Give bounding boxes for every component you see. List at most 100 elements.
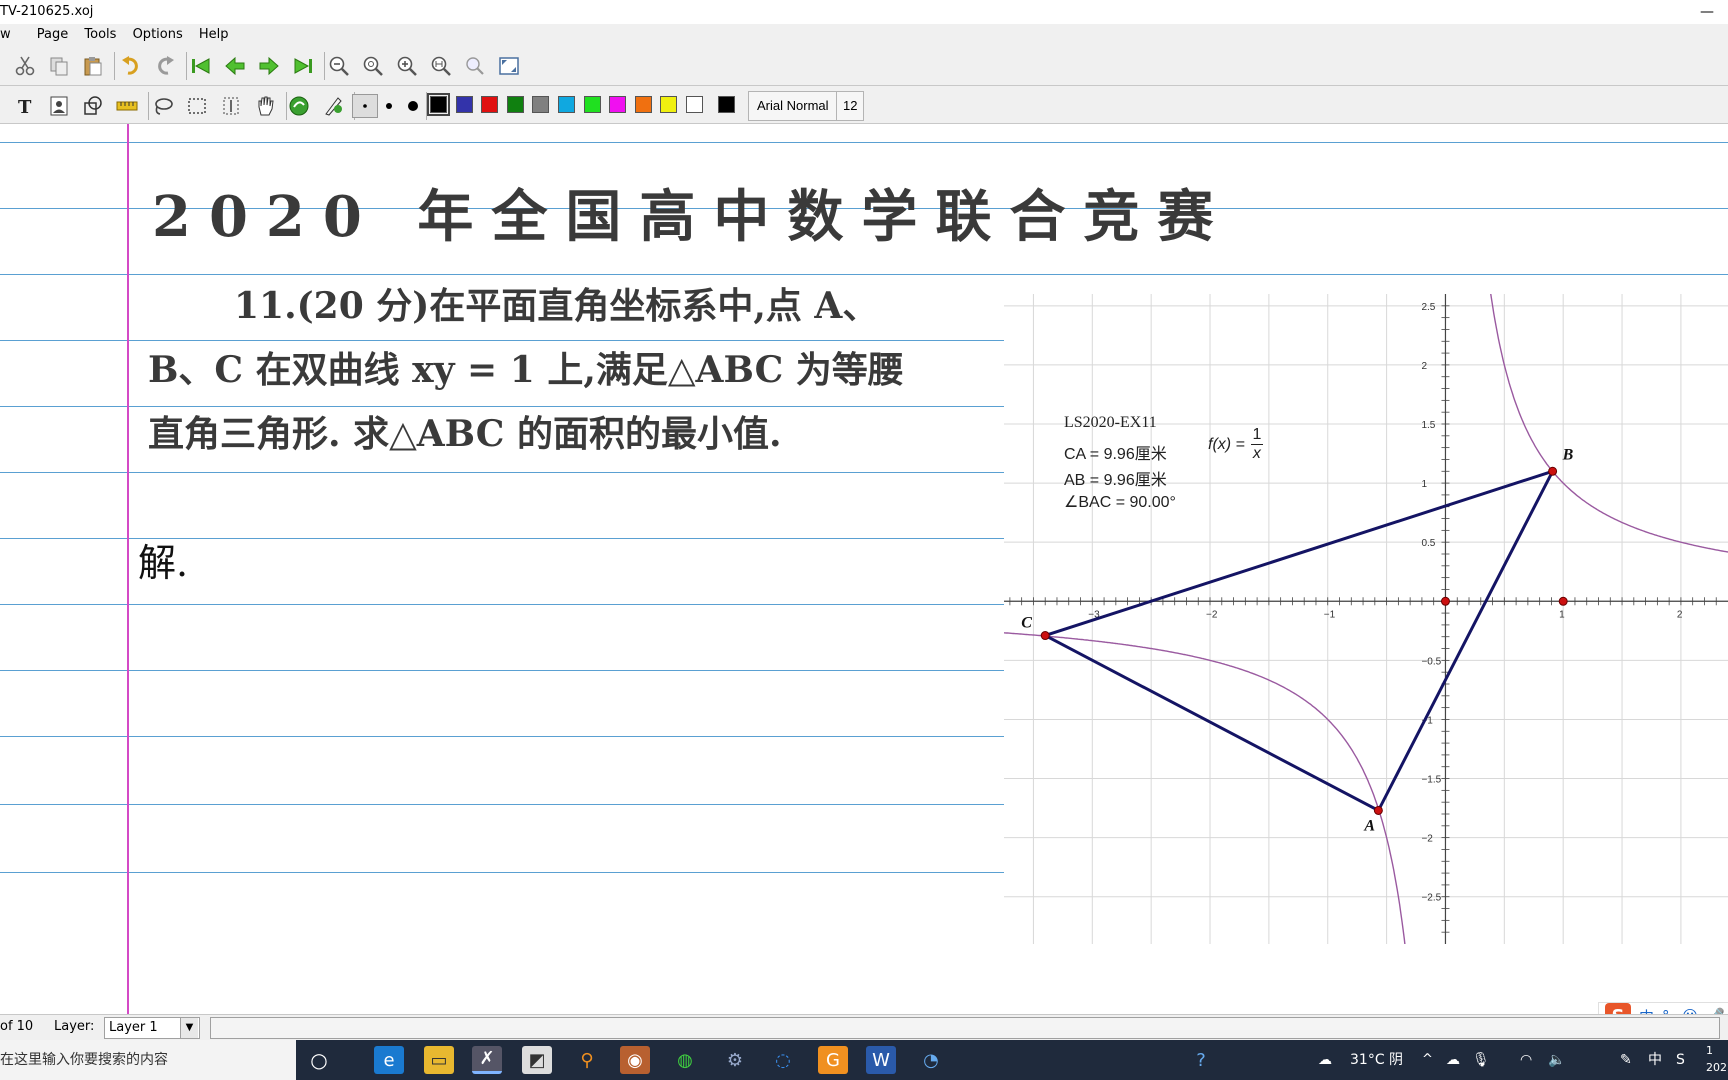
function-denominator: x	[1252, 445, 1261, 462]
onedrive-icon[interactable]: ☁	[1446, 1040, 1460, 1080]
construction-label: LS2020-EX11	[1064, 414, 1157, 431]
previous-page-icon[interactable]	[222, 54, 248, 78]
geogebra-icon[interactable]: G	[818, 1046, 848, 1074]
minimize-button[interactable]: —	[1700, 0, 1714, 24]
clock[interactable]: 1 202	[1706, 1042, 1727, 1076]
color-swatch[interactable]	[427, 93, 450, 116]
lasso-select-icon[interactable]	[150, 94, 176, 118]
current-color-swatch[interactable]	[717, 96, 735, 113]
menu-item-view[interactable]: w	[0, 24, 17, 46]
next-page-icon[interactable]	[256, 54, 282, 78]
font-name-button[interactable]: Arial Normal	[748, 91, 838, 121]
search-tool-icon[interactable]: ⚲	[572, 1046, 602, 1074]
color-swatch[interactable]	[660, 96, 678, 113]
font-size-button[interactable]: 12	[836, 91, 864, 121]
image-tool-icon[interactable]	[46, 94, 72, 118]
color-swatch[interactable]	[481, 96, 499, 113]
cut-icon[interactable]	[12, 54, 38, 78]
menu-item-help[interactable]: Help	[193, 24, 235, 46]
shape-tool-icon[interactable]	[80, 94, 106, 118]
word-icon[interactable]: W	[866, 1046, 896, 1074]
color-swatch[interactable]	[506, 96, 524, 113]
document-page[interactable]: 2020 年全国高中数学联合竞赛 11.(20 分)在平面直角坐标系中,点 A、…	[0, 124, 1728, 1014]
edge-icon[interactable]: e	[374, 1046, 404, 1074]
pen-icon[interactable]: ✎	[1620, 1040, 1632, 1080]
cortana-icon[interactable]: ○	[304, 1046, 334, 1074]
vpn-app-icon[interactable]: ◔	[916, 1046, 946, 1074]
rect-select-icon[interactable]	[184, 94, 210, 118]
tray-ime[interactable]: 中	[1648, 1040, 1662, 1080]
ime-emoji-icon[interactable]: ☺	[1682, 1007, 1698, 1014]
color-swatch[interactable]	[609, 96, 627, 113]
ruler-icon[interactable]	[114, 94, 140, 118]
paste-icon[interactable]	[80, 54, 106, 78]
ruler-pen-icon[interactable]	[320, 94, 346, 118]
function-lhs: f(x) =	[1208, 435, 1245, 453]
ime-mic-icon[interactable]: 🎤	[1706, 1007, 1725, 1014]
copy-icon[interactable]	[46, 54, 72, 78]
color-swatch[interactable]	[532, 96, 550, 113]
x-tick-label: −1	[1324, 609, 1336, 620]
redo-icon[interactable]	[152, 54, 178, 78]
file-explorer-icon[interactable]: ▭	[424, 1046, 454, 1074]
color-swatch[interactable]	[558, 96, 575, 113]
first-page-icon[interactable]	[188, 54, 214, 78]
zoom-100-icon[interactable]	[360, 54, 386, 78]
hand-tool-icon[interactable]	[252, 94, 278, 118]
last-page-icon[interactable]	[290, 54, 316, 78]
weather-text[interactable]: 31°C 阴	[1350, 1040, 1403, 1080]
y-tick-label: 2.5	[1421, 302, 1435, 313]
media-app-icon[interactable]: ◉	[620, 1046, 650, 1074]
color-swatch[interactable]	[455, 96, 473, 113]
zoom-in-icon[interactable]	[394, 54, 420, 78]
color-swatch[interactable]	[583, 96, 601, 113]
fullscreen-icon[interactable]	[496, 54, 522, 78]
volume-icon[interactable]: 🔈	[1548, 1040, 1565, 1080]
x-tick-label: −2	[1206, 609, 1218, 620]
point-label-b: B	[1562, 446, 1574, 463]
y-tick-label: 1	[1421, 479, 1427, 490]
shape-recognizer-icon[interactable]	[286, 94, 312, 118]
ime-toolbar[interactable]: S 中 °, ☺ 🎤	[1598, 1002, 1728, 1014]
axis-point	[1440, 596, 1450, 606]
x-tick-label: 2	[1677, 609, 1683, 620]
menu-item-tools[interactable]: Tools	[78, 24, 122, 46]
pen-size-thick-icon[interactable]	[400, 94, 426, 118]
help-icon[interactable]: ?	[1186, 1046, 1216, 1074]
ime-logo-icon[interactable]: S	[1605, 1003, 1631, 1014]
tray-chevron-icon[interactable]: ^	[1422, 1040, 1433, 1080]
sketchpad-icon[interactable]: ◩	[522, 1046, 552, 1074]
settings-app-icon[interactable]: ⚙	[720, 1046, 750, 1074]
zoom-fit-width-icon[interactable]	[428, 54, 454, 78]
chevron-down-icon[interactable]: ▼	[180, 1018, 198, 1038]
pen-size-fine-icon[interactable]	[352, 94, 378, 118]
menu-bar: w Page Tools Options Help	[0, 24, 1728, 46]
weather-icon[interactable]: ☁	[1318, 1040, 1332, 1080]
geometry-panel[interactable]: −3 −2 −1 1 2 2.5 2 1.5 1 0.5 −0.5 −1 −1.5 −2 −2.5 A B C L…	[1004, 294, 1728, 944]
y-tick-label: 0.5	[1421, 538, 1435, 549]
color-swatch[interactable]	[634, 96, 652, 113]
zoom-custom-icon[interactable]	[462, 54, 488, 78]
sogou-icon[interactable]: S	[1676, 1040, 1685, 1080]
ab-measure: AB = 9.96厘米	[1064, 472, 1167, 489]
ime-mode[interactable]: 中	[1639, 1006, 1654, 1015]
pen-size-medium-icon[interactable]	[376, 94, 402, 118]
qq-browser-icon[interactable]: ◌	[768, 1046, 798, 1074]
menu-item-page[interactable]: Page	[31, 24, 74, 46]
undo-icon[interactable]	[118, 54, 144, 78]
y-tick-label: −0.5	[1421, 656, 1441, 667]
wechat-icon[interactable]: ◍	[670, 1046, 700, 1074]
text-tool-icon[interactable]: T	[12, 94, 38, 118]
y-tick-label: −2.5	[1421, 893, 1441, 904]
taskbar-search-input[interactable]: 在这里输入你要搜索的内容	[0, 1040, 296, 1080]
color-swatch[interactable]	[686, 96, 703, 113]
vertical-space-icon[interactable]	[218, 94, 244, 118]
microphone-icon[interactable]: 🎙	[1472, 1040, 1490, 1080]
zoom-out-icon[interactable]	[326, 54, 352, 78]
menu-item-options[interactable]: Options	[127, 24, 189, 46]
window-title: TV-210625.xoj	[0, 4, 94, 19]
ime-punct-icon[interactable]: °,	[1662, 1007, 1674, 1014]
wifi-icon[interactable]: ◠	[1520, 1040, 1532, 1080]
problem-line-1: (20 分)在平面直角坐标系中,点 A、	[296, 285, 879, 327]
xournal-icon[interactable]: ✗	[472, 1046, 502, 1074]
